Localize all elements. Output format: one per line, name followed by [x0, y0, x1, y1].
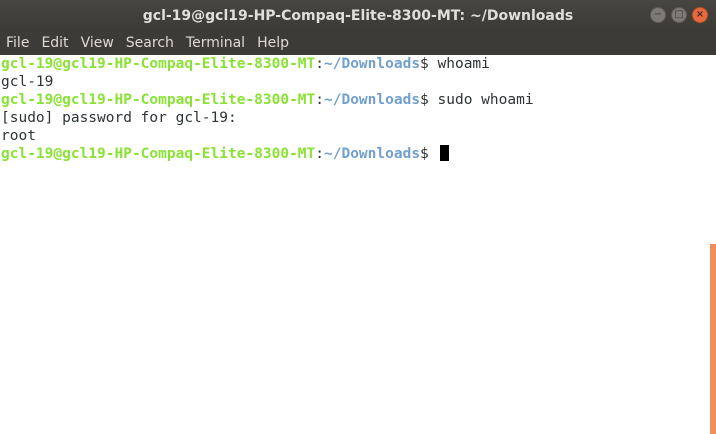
prompt-symbol: $ — [420, 56, 438, 72]
prompt-path: ~/Downloads — [324, 92, 421, 108]
prompt-separator: : — [315, 56, 325, 72]
terminal-window: gcl-19@gcl19-HP-Compaq-Elite-8300-MT: ~/… — [0, 0, 716, 434]
output-text: root — [1, 128, 36, 144]
close-button[interactable]: × — [692, 7, 708, 23]
scrollbar-thumb[interactable] — [710, 244, 716, 434]
prompt-line: gcl-19@gcl19-HP-Compaq-Elite-8300-MT:~/D… — [1, 145, 710, 163]
prompt-symbol: $ — [420, 92, 438, 108]
output-line: [sudo] password for gcl-19: — [1, 109, 710, 127]
menu-view[interactable]: View — [75, 35, 120, 51]
maximize-button[interactable]: □ — [671, 7, 687, 23]
command-text: whoami — [437, 56, 490, 72]
output-text: gcl-19 — [1, 74, 54, 90]
output-text: [sudo] password for gcl-19: — [1, 110, 237, 126]
prompt-path: ~/Downloads — [324, 146, 421, 162]
minimize-icon: − — [653, 9, 663, 20]
terminal-output[interactable]: gcl-19@gcl19-HP-Compaq-Elite-8300-MT:~/D… — [0, 55, 710, 434]
prompt-separator: : — [315, 146, 325, 162]
prompt-line: gcl-19@gcl19-HP-Compaq-Elite-8300-MT:~/D… — [1, 91, 710, 109]
title-bar[interactable]: gcl-19@gcl19-HP-Compaq-Elite-8300-MT: ~/… — [0, 0, 716, 31]
text-cursor — [439, 145, 449, 161]
prompt-user: gcl-19@gcl19-HP-Compaq-Elite-8300-MT — [1, 92, 316, 108]
menu-file[interactable]: File — [0, 35, 35, 51]
menu-edit[interactable]: Edit — [35, 35, 74, 51]
prompt-line: gcl-19@gcl19-HP-Compaq-Elite-8300-MT:~/D… — [1, 55, 710, 73]
close-icon: × — [695, 9, 705, 20]
window-controls: − □ × — [650, 7, 708, 23]
menu-terminal[interactable]: Terminal — [180, 35, 251, 51]
prompt-symbol: $ — [420, 146, 438, 162]
command-text: sudo whoami — [437, 92, 534, 108]
prompt-user: gcl-19@gcl19-HP-Compaq-Elite-8300-MT — [1, 146, 316, 162]
prompt-path: ~/Downloads — [324, 56, 421, 72]
scrollbar[interactable] — [710, 55, 716, 434]
maximize-icon: □ — [674, 9, 684, 20]
menu-search[interactable]: Search — [120, 35, 180, 51]
menu-help[interactable]: Help — [251, 35, 295, 51]
menu-bar: File Edit View Search Terminal Help — [0, 31, 716, 55]
window-title: gcl-19@gcl19-HP-Compaq-Elite-8300-MT: ~/… — [142, 7, 574, 24]
output-line: gcl-19 — [1, 73, 710, 91]
output-line: root — [1, 127, 710, 145]
minimize-button[interactable]: − — [650, 7, 666, 23]
prompt-separator: : — [315, 92, 325, 108]
prompt-user: gcl-19@gcl19-HP-Compaq-Elite-8300-MT — [1, 56, 316, 72]
